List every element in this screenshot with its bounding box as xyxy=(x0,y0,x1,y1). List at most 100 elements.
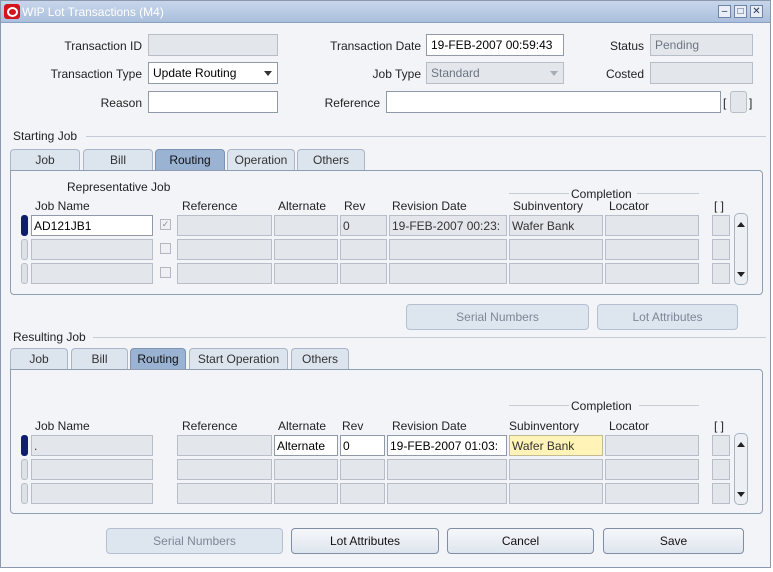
resulting-locator-cell[interactable] xyxy=(605,459,699,480)
starting-scrollbar[interactable] xyxy=(734,213,748,285)
job-type-value: Standard xyxy=(431,66,480,80)
resulting-subinventory-cell[interactable] xyxy=(509,483,603,504)
tab-resulting-routing[interactable]: Routing xyxy=(130,348,186,370)
resulting-reference-cell[interactable] xyxy=(177,435,272,456)
resulting-job-name-cell[interactable]: . xyxy=(31,435,153,456)
starting-flexfield-cell[interactable] xyxy=(712,239,730,260)
representative-job-checkbox[interactable] xyxy=(160,243,171,254)
row-selector[interactable] xyxy=(21,239,28,260)
resulting-flexfield-cell[interactable] xyxy=(712,459,730,480)
job-type-label: Job Type xyxy=(372,67,421,81)
resulting-revision-date-cell[interactable]: 19-FEB-2007 01:03: xyxy=(387,435,507,456)
starting-job-name-cell[interactable] xyxy=(31,239,153,260)
transaction-type-select[interactable]: Update Routing xyxy=(148,62,278,84)
tab-starting-others[interactable]: Others xyxy=(297,149,365,171)
descriptive-flexfield[interactable] xyxy=(730,91,747,113)
representative-job-checkbox[interactable]: ✓ xyxy=(160,219,171,230)
tab-resulting-others[interactable]: Others xyxy=(291,348,349,370)
starting-serial-numbers-button[interactable]: Serial Numbers xyxy=(406,304,589,330)
col-job-name: Job Name xyxy=(35,419,90,433)
starting-flexfield-cell[interactable] xyxy=(712,263,730,284)
starting-rev-cell xyxy=(340,263,387,284)
row-selector[interactable] xyxy=(21,435,28,456)
resulting-flexfield-cell[interactable] xyxy=(712,435,730,456)
resulting-reference-cell[interactable] xyxy=(177,483,272,504)
row-selector[interactable] xyxy=(21,459,28,480)
col-rev: Rev xyxy=(344,199,366,213)
starting-flexfield-cell[interactable] xyxy=(712,215,730,236)
serial-numbers-button[interactable]: Serial Numbers xyxy=(106,528,283,554)
starting-job-name-cell[interactable]: AD121JB1 xyxy=(31,215,153,236)
wip-lot-transactions-window: WIP Lot Transactions (M4) – □ ✕ Transact… xyxy=(0,0,771,568)
tab-resulting-job[interactable]: Job xyxy=(10,348,68,370)
maximize-icon[interactable]: □ xyxy=(734,5,747,18)
minimize-icon[interactable]: – xyxy=(718,5,731,18)
resulting-subinventory-cell[interactable] xyxy=(509,459,603,480)
save-button[interactable]: Save xyxy=(603,528,744,554)
oracle-app-icon[interactable] xyxy=(4,4,20,19)
scroll-down-icon[interactable] xyxy=(737,492,745,497)
resulting-revision-date-cell[interactable] xyxy=(387,483,507,504)
resulting-reference-cell[interactable] xyxy=(177,459,272,480)
starting-subinventory-cell xyxy=(509,239,603,260)
cancel-button[interactable]: Cancel xyxy=(447,528,594,554)
tab-starting-routing[interactable]: Routing xyxy=(155,149,225,171)
resulting-flexfield-cell[interactable] xyxy=(712,483,730,504)
divider xyxy=(637,193,699,194)
starting-reference-cell xyxy=(177,239,272,260)
resulting-locator-cell[interactable] xyxy=(605,435,699,456)
resulting-job-name-cell[interactable] xyxy=(31,483,153,504)
resulting-rev-cell[interactable] xyxy=(340,459,385,480)
resulting-subinventory-cell[interactable]: Wafer Bank xyxy=(509,435,603,456)
resulting-alternate-cell[interactable]: Alternate xyxy=(274,435,338,456)
starting-subinventory-cell: Wafer Bank xyxy=(509,215,603,236)
chevron-down-icon xyxy=(550,71,558,76)
close-icon[interactable]: ✕ xyxy=(750,5,763,18)
scroll-up-icon[interactable] xyxy=(737,222,745,227)
row-selector[interactable] xyxy=(21,215,28,236)
transaction-date-label: Transaction Date xyxy=(330,39,421,53)
starting-revision-date-cell: 19-FEB-2007 00:23: xyxy=(389,215,507,236)
starting-rev-cell: 0 xyxy=(340,215,387,236)
col-subinventory: Subinventory xyxy=(513,199,584,213)
title-bar[interactable]: WIP Lot Transactions (M4) – □ ✕ xyxy=(1,1,770,23)
tab-starting-operation[interactable]: Operation xyxy=(227,149,295,171)
tab-resulting-bill[interactable]: Bill xyxy=(71,348,128,370)
transaction-type-value: Update Routing xyxy=(153,66,237,80)
starting-alternate-cell xyxy=(274,263,338,284)
starting-job-name-cell[interactable] xyxy=(31,263,153,284)
row-selector[interactable] xyxy=(21,263,28,284)
resulting-scrollbar[interactable] xyxy=(734,433,748,505)
chevron-down-icon[interactable] xyxy=(264,71,272,76)
col-job-name: Job Name xyxy=(35,199,90,213)
resulting-revision-date-cell[interactable] xyxy=(387,459,507,480)
transaction-date-field[interactable]: 19-FEB-2007 00:59:43 xyxy=(426,34,564,56)
costed-field xyxy=(650,62,753,84)
scroll-up-icon[interactable] xyxy=(737,442,745,447)
resulting-alternate-cell[interactable] xyxy=(274,459,338,480)
tab-starting-job[interactable]: Job xyxy=(10,149,80,171)
representative-job-checkbox[interactable] xyxy=(160,267,171,278)
resulting-locator-cell[interactable] xyxy=(605,483,699,504)
scroll-down-icon[interactable] xyxy=(737,272,745,277)
col-reference: Reference xyxy=(182,199,238,213)
job-type-select: Standard xyxy=(426,62,564,84)
divider xyxy=(509,405,569,406)
tab-starting-bill[interactable]: Bill xyxy=(83,149,153,171)
transaction-id-field[interactable] xyxy=(148,34,278,56)
reason-field[interactable] xyxy=(148,91,278,113)
status-label: Status xyxy=(609,39,644,53)
resulting-rev-cell[interactable] xyxy=(340,483,385,504)
resulting-job-label: Resulting Job xyxy=(13,330,86,344)
resulting-rev-cell[interactable]: 0 xyxy=(340,435,385,456)
starting-lot-attributes-button[interactable]: Lot Attributes xyxy=(597,304,738,330)
transaction-id-label: Transaction ID xyxy=(64,39,142,53)
tab-resulting-start-operation[interactable]: Start Operation xyxy=(189,348,288,370)
resulting-job-name-cell[interactable] xyxy=(31,459,153,480)
starting-revision-date-cell xyxy=(389,263,507,284)
resulting-alternate-cell[interactable] xyxy=(274,483,338,504)
lot-attributes-button[interactable]: Lot Attributes xyxy=(291,528,439,554)
starting-alternate-cell xyxy=(274,239,338,260)
row-selector[interactable] xyxy=(21,483,28,504)
reference-field[interactable] xyxy=(386,91,721,113)
